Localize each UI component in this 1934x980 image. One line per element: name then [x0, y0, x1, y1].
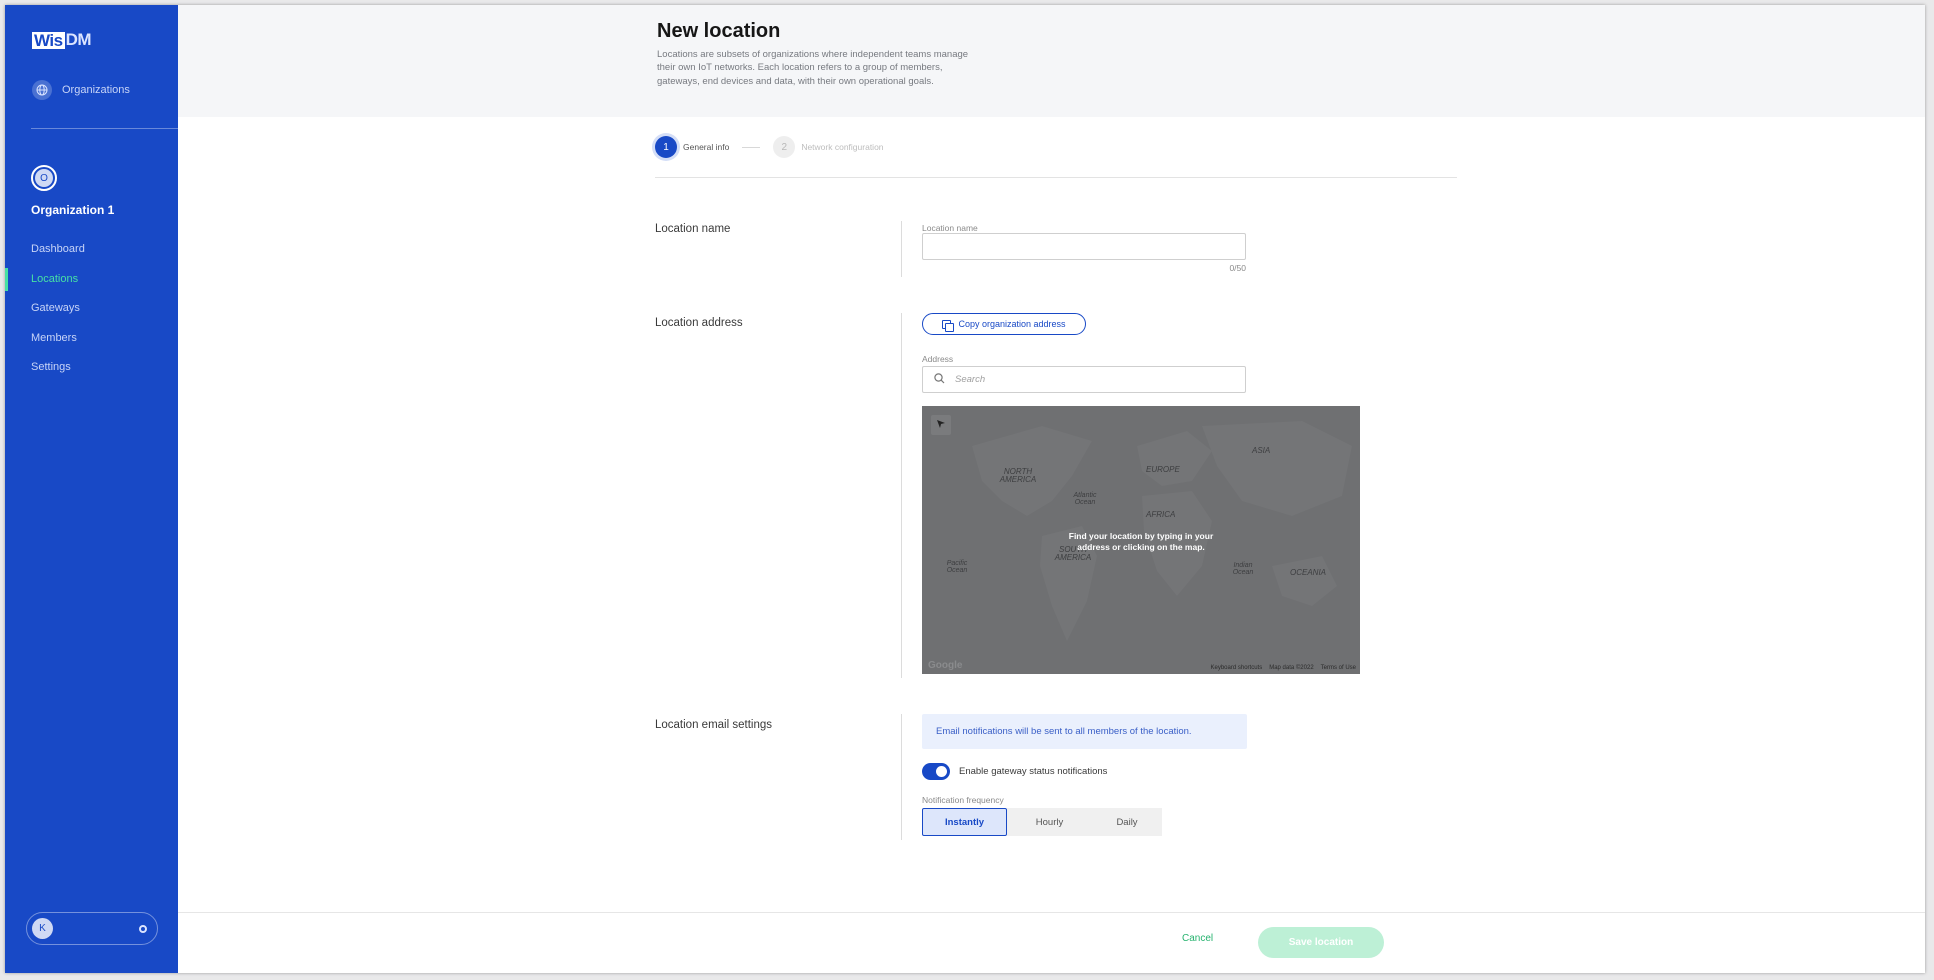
- map-label-pacific: Pacific Ocean: [946, 560, 968, 574]
- logo-part1: Wis: [32, 30, 65, 50]
- user-avatar: K: [32, 918, 53, 939]
- sidebar-nav: Dashboard Locations Gateways Members Set…: [5, 235, 178, 383]
- section-vertical-line: [901, 714, 902, 840]
- address-search-field[interactable]: [922, 366, 1246, 393]
- sidebar-divider: [31, 128, 178, 129]
- map-google-logo: Google: [928, 660, 963, 671]
- step-1-label: General info: [683, 142, 730, 152]
- address-search-input[interactable]: [955, 374, 1215, 385]
- notification-frequency-label: Notification frequency: [922, 795, 1004, 805]
- copy-organization-address-label: Copy organization address: [958, 319, 1066, 329]
- copy-icon: [942, 319, 955, 332]
- map-label-asia: ASIA: [1252, 446, 1271, 455]
- email-info-banner: Email notifications will be sent to all …: [922, 714, 1247, 749]
- form-footer: Cancel Save location: [178, 912, 1925, 973]
- map-label-north-america: NORTH AMERICA: [999, 467, 1037, 484]
- gateway-status-notifications-label: Enable gateway status notifications: [959, 766, 1108, 777]
- page-header: New location Locations are subsets of or…: [178, 5, 1925, 117]
- user-menu-button[interactable]: K: [26, 912, 158, 945]
- page-title: New location: [657, 20, 781, 42]
- map-instruction-text: Find your location by typing in your add…: [922, 531, 1360, 553]
- gateway-status-notifications-toggle[interactable]: [922, 763, 950, 780]
- cancel-button[interactable]: Cancel: [1182, 933, 1213, 944]
- organization-initial: O: [35, 169, 53, 187]
- frequency-option-hourly[interactable]: Hourly: [1007, 808, 1092, 836]
- settings-dot-icon: [139, 924, 147, 933]
- step-1-circle: 1: [655, 136, 677, 158]
- organizations-link[interactable]: Organizations: [32, 80, 130, 100]
- organizations-link-label: Organizations: [62, 84, 130, 96]
- page-description: Locations are subsets of organizations w…: [657, 49, 969, 87]
- sidebar-item-gateways[interactable]: Gateways: [5, 294, 178, 324]
- frequency-option-daily[interactable]: Daily: [1092, 808, 1162, 836]
- map-label-atlantic: Atlantic Ocean: [1073, 492, 1097, 506]
- notification-frequency-selector: Instantly Hourly Daily: [922, 808, 1162, 836]
- location-name-field-label: Location name: [922, 223, 978, 233]
- stepper: 1 General info 2 Network configuration: [655, 136, 884, 158]
- step-2-label: Network configuration: [801, 142, 884, 152]
- globe-icon: [32, 80, 52, 100]
- location-name-counter: 0/50: [1229, 263, 1246, 273]
- map-terms-link[interactable]: Terms of Use: [1321, 665, 1356, 671]
- map-instruction: Find your location by typing in your add…: [1068, 531, 1214, 552]
- search-icon: [934, 371, 945, 389]
- map-label-oceania: OCEANIA: [1290, 568, 1327, 577]
- location-name-input[interactable]: [922, 233, 1246, 260]
- location-map[interactable]: NORTH AMERICA EUROPE ASIA Atlantic Ocean…: [922, 406, 1360, 674]
- step-separator: [742, 146, 761, 148]
- section-vertical-line: [901, 313, 902, 678]
- map-label-europe: EUROPE: [1146, 465, 1180, 474]
- frequency-option-instantly[interactable]: Instantly: [922, 808, 1007, 836]
- sidebar-item-locations[interactable]: Locations: [5, 265, 178, 295]
- map-footer: Keyboard shortcuts Map data ©2022 Terms …: [1211, 665, 1357, 671]
- address-field-label: Address: [922, 354, 954, 364]
- map-keyboard-shortcuts-link[interactable]: Keyboard shortcuts: [1211, 665, 1263, 671]
- sidebar-item-members[interactable]: Members: [5, 324, 178, 354]
- email-settings-section-label: Location email settings: [655, 719, 772, 731]
- step-2-circle: 2: [773, 136, 796, 158]
- location-name-section-label: Location name: [655, 223, 731, 235]
- section-vertical-line: [901, 221, 902, 277]
- organization-name: Organization 1: [31, 203, 115, 217]
- map-locate-button[interactable]: [931, 415, 951, 435]
- sidebar-item-settings[interactable]: Settings: [5, 353, 178, 383]
- logo-part2: DM: [65, 30, 92, 49]
- stepper-divider: [655, 177, 1457, 178]
- sidebar-item-dashboard[interactable]: Dashboard: [5, 235, 178, 265]
- map-label-africa: AFRICA: [1146, 510, 1176, 519]
- map-label-indian: Indian Ocean: [1232, 562, 1254, 576]
- sidebar: Wis DM Organizations O Organization 1 Das…: [5, 5, 178, 973]
- map-data-attribution: Map data ©2022: [1269, 665, 1314, 671]
- app-window: Wis DM Organizations O Organization 1 Das…: [5, 5, 1925, 973]
- location-arrow-icon: [936, 416, 946, 434]
- location-address-section-label: Location address: [655, 317, 743, 329]
- organization-avatar: O: [31, 165, 57, 191]
- app-logo[interactable]: Wis DM: [32, 30, 92, 50]
- save-location-button[interactable]: Save location: [1258, 927, 1384, 958]
- copy-organization-address-button[interactable]: Copy organization address: [922, 313, 1086, 335]
